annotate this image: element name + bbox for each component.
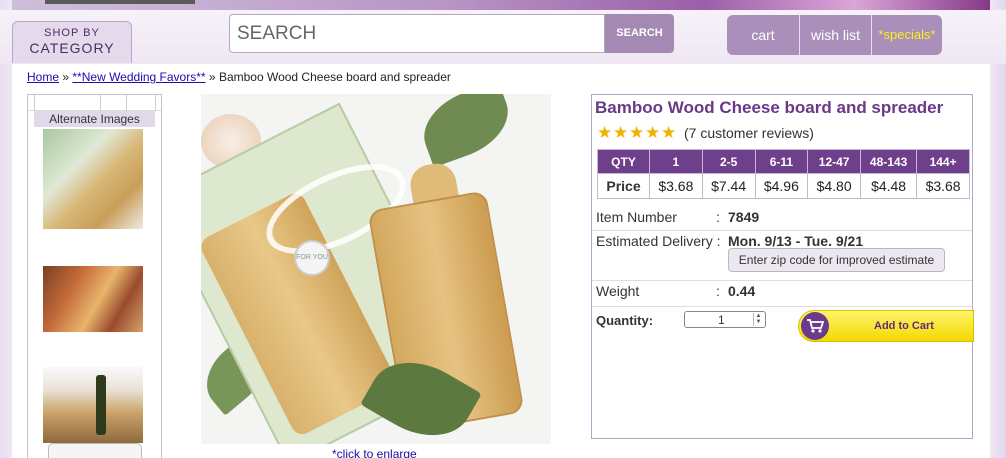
alternate-images-title: Alternate Images [34,111,155,127]
account-nav: cart wish list *specials* [727,15,942,55]
tier-cell: 1 [649,149,703,174]
tier-cell: 2-5 [701,149,756,174]
price-header: Price [597,173,650,199]
colon: : [716,283,720,299]
delivery-value: Mon. 9/13 - Tue. 9/21 [728,233,864,249]
star-rating[interactable]: ★★★★★ [597,123,677,142]
tier-cell: 144+ [916,149,970,174]
price-row: Price $3.68 $7.44 $4.96 $4.80 $4.48 $3.6… [597,173,970,199]
site-header: SHOP BY CATEGORY SEARCH cart wish list *… [0,10,1006,64]
right-rail [990,0,1006,458]
review-count-link[interactable]: (7 customer reviews) [684,125,814,141]
quantity-price-table: QTY 1 2-5 6-11 12-47 48-143 144+ Price $… [597,149,970,199]
spinner-arrows-icon[interactable]: ▲ ▼ [753,313,763,326]
price-cell: $7.44 [701,173,756,199]
tier-cell: 12-47 [807,149,861,174]
search-button[interactable]: SEARCH [605,14,674,53]
price-cell: $4.48 [859,173,918,199]
product-title: Bamboo Wood Cheese board and spreader [595,98,944,117]
star-icon: ★ [613,123,629,142]
category-label: CATEGORY [29,40,115,56]
search-field[interactable] [229,14,605,53]
thumbnail-1[interactable] [43,129,143,229]
product-details-panel: Bamboo Wood Cheese board and spreader ★★… [591,94,974,439]
price-cell: $3.68 [649,173,703,199]
thumbnail-scroll-button[interactable] [48,443,142,458]
wine-bottle-image [96,375,106,435]
breadcrumb-separator: » [62,70,70,84]
item-number-value: 7849 [728,209,760,225]
shopping-cart-icon [801,312,829,340]
qty-row: QTY 1 2-5 6-11 12-47 48-143 144+ [597,149,970,174]
price-cell: $3.68 [916,173,970,199]
thumbnail-3[interactable] [43,367,143,443]
main-product-image[interactable]: FOR YOU [201,94,551,444]
quantity-stepper[interactable]: 1 ▲ ▼ [684,311,766,328]
shop-by-label: SHOP BY [44,27,100,39]
breadcrumb-home-link[interactable]: Home [27,70,59,84]
cart-link[interactable]: cart [727,15,799,55]
quantity-value: 1 [718,313,725,327]
left-rail [0,0,12,458]
add-to-cart-label: Add to Cart [874,320,934,332]
star-icon: ★ [661,123,677,142]
leaf-image [413,94,519,168]
delivery-label: Estimated Delivery : [596,233,721,249]
enter-zip-button[interactable]: Enter zip code for improved estimate [728,248,945,272]
colon: : [716,209,720,225]
shop-by-category-tab[interactable]: SHOP BY CATEGORY [12,21,132,63]
thumbnail-2[interactable] [43,266,143,332]
weight-label: Weight [596,283,640,299]
banner-dark-strip [45,0,195,4]
breadcrumb-category-link[interactable]: **New Wedding Favors** [72,70,205,84]
breadcrumb: Home » **New Wedding Favors** » Bamboo W… [27,70,451,84]
add-to-cart-button[interactable]: Add to Cart [798,310,974,342]
star-icon: ★ [597,123,613,142]
wish-list-link[interactable]: wish list [799,15,871,55]
qty-header: QTY [597,149,650,174]
thumbs-tab-bar [28,95,161,111]
quantity-label: Quantity: [596,313,654,328]
click-to-enlarge-link[interactable]: *click to enlarge [332,447,417,458]
alternate-images-panel: Alternate Images [27,94,162,458]
top-banner [0,0,1006,10]
tier-cell: 48-143 [859,149,918,174]
item-number-label: Item Number [596,209,677,225]
star-icon: ★ [629,123,645,142]
weight-row: Weight : 0.44 [592,281,972,307]
price-cell: $4.96 [754,173,809,199]
gift-tag: FOR YOU [294,240,330,276]
search-input[interactable] [230,15,604,52]
breadcrumb-current: Bamboo Wood Cheese board and spreader [218,70,451,84]
specials-link[interactable]: *specials* [871,15,942,55]
item-number-row: Item Number : 7849 [592,207,972,231]
price-cell: $4.80 [807,173,861,199]
weight-value: 0.44 [728,283,756,299]
tier-cell: 6-11 [754,149,809,174]
star-icon: ★ [645,123,661,142]
breadcrumb-separator: » [208,70,216,84]
